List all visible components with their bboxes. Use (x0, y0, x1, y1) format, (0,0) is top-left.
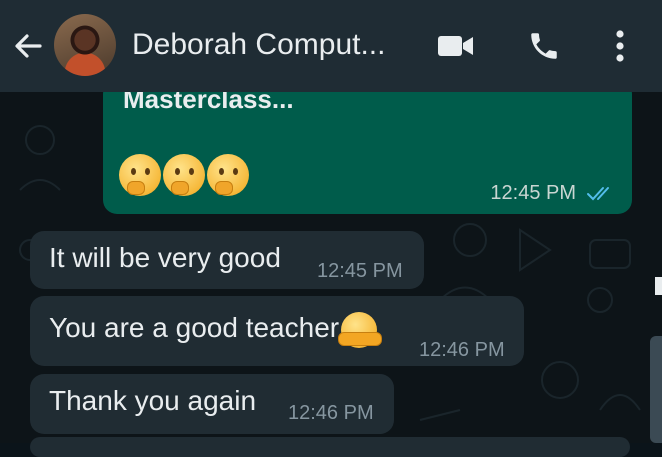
thinking-face-emoji (207, 154, 249, 196)
hugging-face-emoji (338, 311, 383, 348)
voice-call-button[interactable] (522, 24, 566, 68)
sent-message-bubble[interactable]: Masterclass... 12:45 PM (103, 80, 632, 214)
message-text: You are a good teacher (49, 312, 340, 343)
message-time: 12:45 PM (317, 260, 403, 282)
contact-avatar[interactable] (54, 14, 116, 76)
arrow-left-icon (15, 34, 42, 58)
message-text: Thank you again (49, 385, 257, 416)
message-text: It will be very good (49, 242, 281, 273)
message-text-line: You are a good teacher (49, 311, 383, 348)
more-options-button[interactable] (598, 24, 642, 68)
scroll-to-bottom-button[interactable] (650, 336, 662, 443)
chat-header: Deborah Comput... (0, 0, 662, 92)
more-vertical-icon (616, 30, 624, 62)
emoji-row (119, 154, 249, 196)
double-check-read-icon (587, 187, 609, 201)
message-time: 12:45 PM (490, 182, 576, 204)
received-message-bubble-partial[interactable] (30, 437, 630, 457)
thinking-face-emoji (119, 154, 161, 196)
contact-name[interactable]: Deborah Comput... (132, 26, 412, 64)
thinking-face-emoji (163, 154, 205, 196)
back-button[interactable] (10, 28, 46, 64)
received-message-bubble[interactable]: Thank you again 12:46 PM (30, 374, 394, 434)
message-time: 12:46 PM (288, 402, 374, 424)
side-tab (655, 277, 662, 295)
video-call-button[interactable] (434, 24, 478, 68)
message-time: 12:46 PM (419, 339, 505, 361)
received-message-bubble[interactable]: It will be very good 12:45 PM (30, 231, 424, 289)
phone-icon (531, 33, 557, 59)
video-camera-icon (438, 36, 473, 56)
received-message-bubble[interactable]: You are a good teacher 12:46 PM (30, 296, 524, 366)
